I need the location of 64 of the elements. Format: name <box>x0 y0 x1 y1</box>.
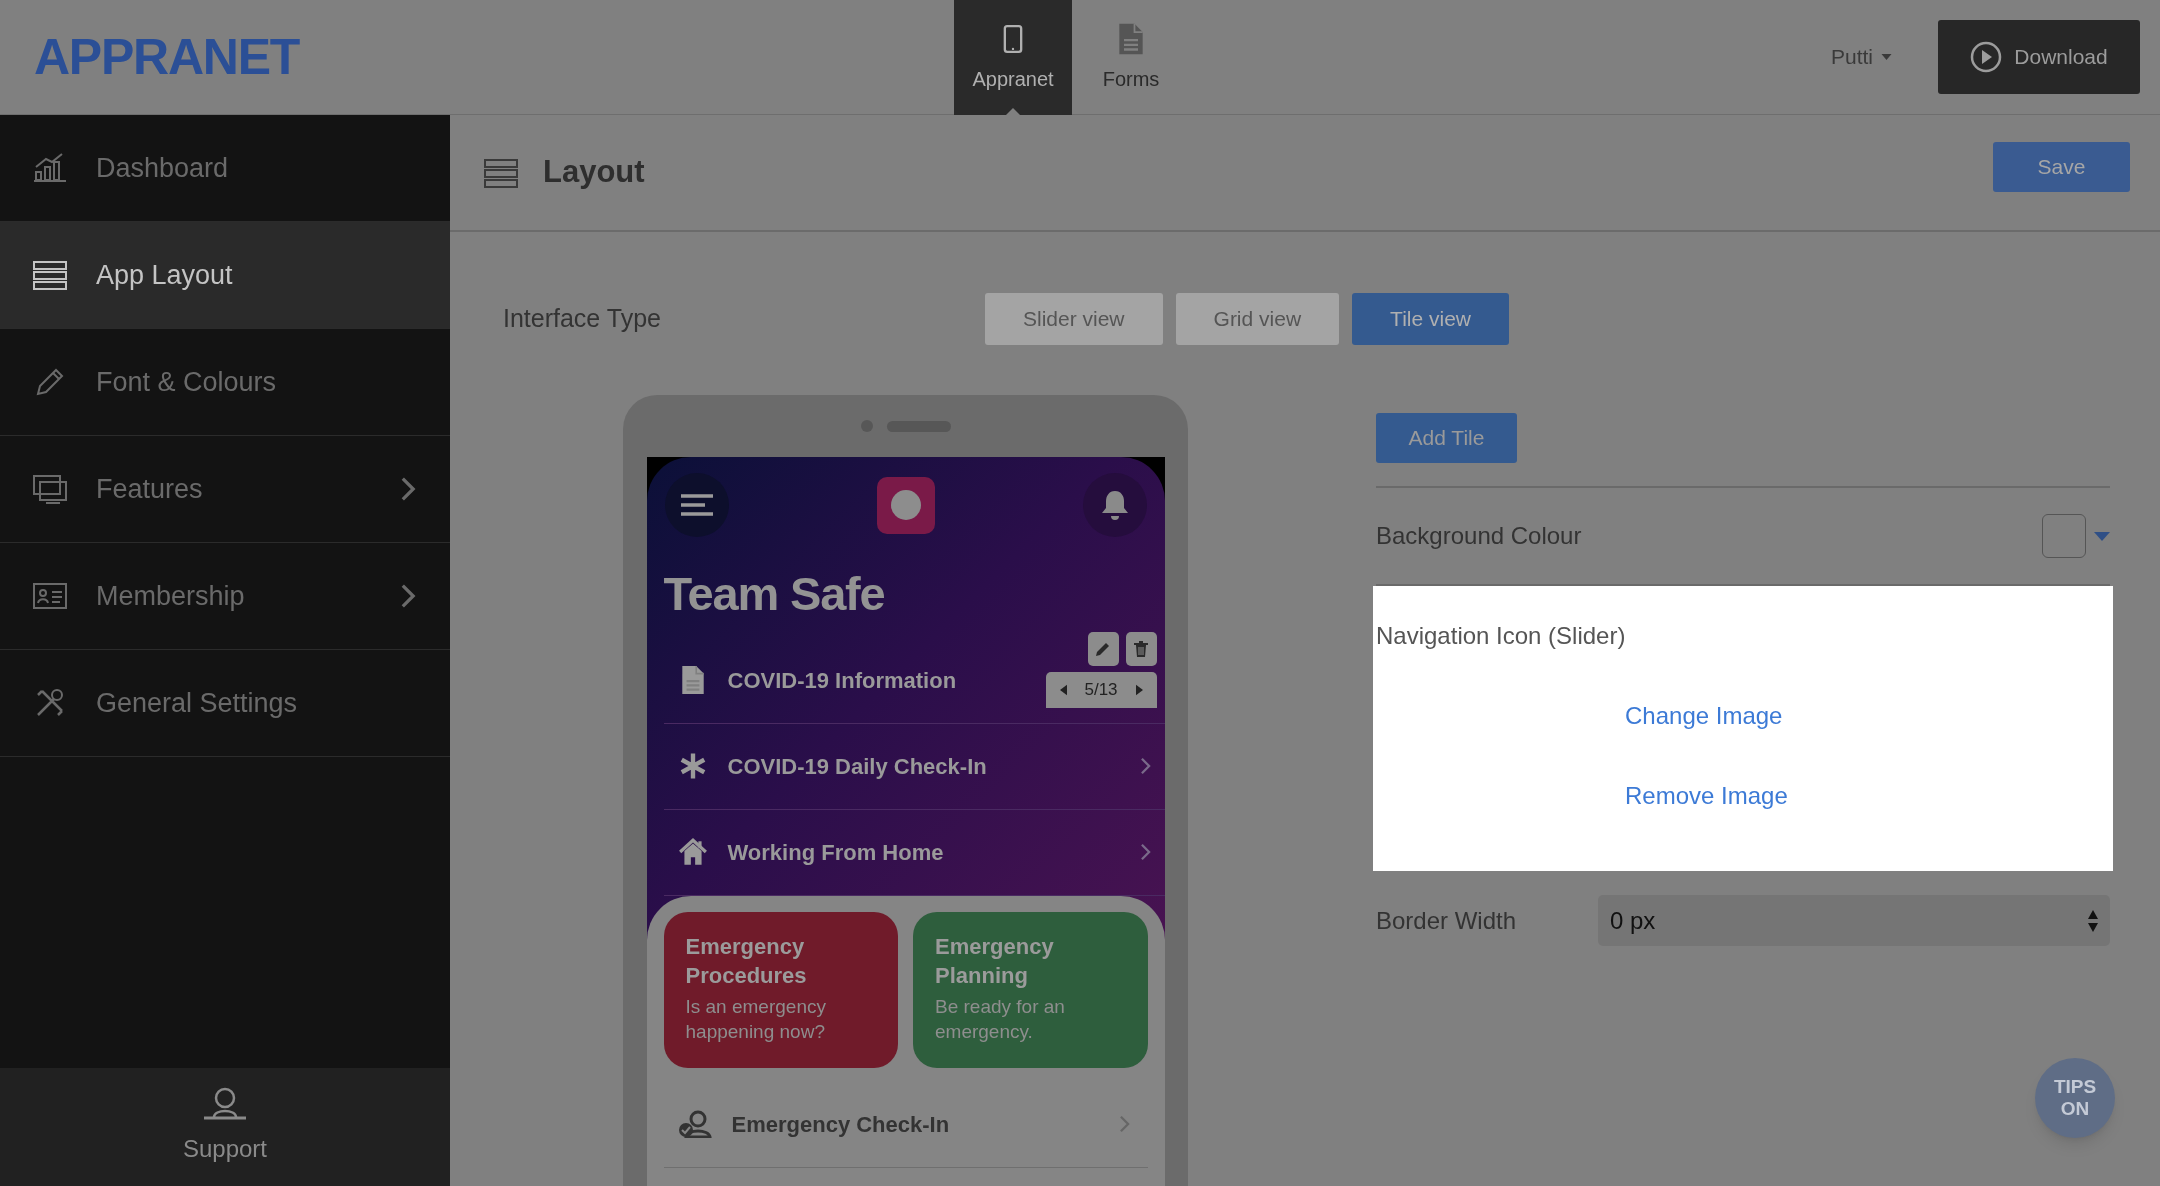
top-nav-tab[interactable]: Forms <box>1072 0 1191 115</box>
chevron-right-icon <box>1139 757 1151 775</box>
view-toggle-button[interactable]: Tile view <box>1352 293 1509 345</box>
field-label: Background Colour <box>1376 521 1583 551</box>
tips-toggle[interactable]: TIPS ON <box>2035 1058 2115 1138</box>
sidebar-item[interactable]: Features <box>0 436 450 543</box>
pencil-icon <box>1095 640 1111 657</box>
edit-button[interactable] <box>1087 631 1119 666</box>
tile-title: Emergency Procedures <box>685 932 808 990</box>
menu-icon <box>680 493 713 517</box>
sidebar-item[interactable]: App Layout <box>0 222 450 329</box>
tile-card[interactable]: Emergency Planning Be ready for an emergency. <box>913 911 1148 1068</box>
play-circle-icon <box>1970 41 2003 73</box>
field-label: Interface Type <box>503 303 662 335</box>
tab-pointer <box>1005 107 1022 116</box>
tile-title: Emergency Planning <box>935 932 1055 990</box>
image-link[interactable]: Change Image <box>1625 698 1783 734</box>
chevron-right-icon <box>1118 1115 1130 1133</box>
stepper-arrows-icon <box>2088 909 2098 932</box>
menu-list-item[interactable]: Working From Home <box>663 809 1165 896</box>
menu-list-item[interactable]: Emergency Check-In <box>663 1081 1148 1168</box>
caret-down-icon <box>1881 54 1892 60</box>
trash-icon <box>1134 640 1148 657</box>
bell-icon <box>1099 489 1130 521</box>
delete-button[interactable] <box>1125 631 1157 666</box>
download-button[interactable]: Download <box>1938 20 2140 94</box>
appranet-logo[interactable]: APPRANET <box>34 19 300 95</box>
tile-subtitle: Is an emergency happening now? <box>685 994 827 1044</box>
field-label: Border Width <box>1376 905 1518 936</box>
chevron-right-icon <box>1139 843 1151 861</box>
chevron-right-icon <box>400 476 416 502</box>
menu-list-item[interactable]: COVID-19 Daily Check-In <box>663 723 1165 810</box>
monitor-icon <box>32 473 68 505</box>
top-nav-tab[interactable]: Appranet <box>954 0 1073 115</box>
page-title: Layout <box>543 153 646 192</box>
tile-card[interactable]: Emergency Procedures Is an emergency happening now? <box>663 911 898 1068</box>
id-card-icon <box>32 580 68 612</box>
border-width-select[interactable]: 0 px <box>1598 895 2110 946</box>
slide-count: 5/13 <box>1084 678 1118 701</box>
sidebar-item[interactable]: General Settings <box>0 650 450 757</box>
sidebar-item[interactable]: Font & Colours <box>0 329 450 436</box>
app-title: Team Safe <box>662 566 886 622</box>
house-icon <box>677 837 708 867</box>
panel-title: Navigation Icon (Slider) <box>1376 621 1627 651</box>
save-button[interactable]: Save <box>1993 142 2130 192</box>
bar-chart-icon <box>32 152 68 184</box>
menu-list-item[interactable]: COVID-19 Information 5/13 <box>663 637 1165 724</box>
add-tile-button[interactable]: Add Tile <box>1376 413 1517 463</box>
chevron-right-icon <box>400 583 416 609</box>
tile-subtitle: Be ready for an emergency. <box>935 994 1066 1044</box>
left-arrow-icon <box>1059 683 1067 696</box>
user-menu[interactable]: Putti <box>1830 41 1892 73</box>
sidebar-item[interactable]: Membership <box>0 543 450 650</box>
caret-down-icon <box>2094 531 2110 541</box>
right-arrow-icon <box>1135 683 1143 696</box>
view-toggle-button[interactable]: Grid view <box>1175 293 1340 345</box>
image-link[interactable]: Remove Image <box>1625 778 1788 814</box>
support-button[interactable]: Support <box>0 1068 450 1186</box>
app-logo <box>876 476 935 534</box>
stacked-rows-icon <box>32 259 68 291</box>
stacked-rows-icon <box>483 156 519 189</box>
user-check-icon <box>677 1110 712 1138</box>
person-icon <box>204 1087 246 1121</box>
view-toggle-button[interactable]: Slider view <box>985 293 1163 345</box>
